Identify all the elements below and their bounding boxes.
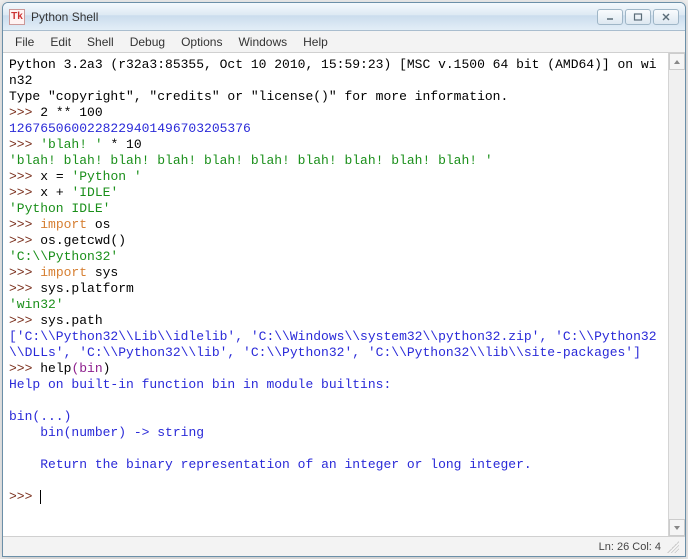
prompt: >>> (9, 137, 32, 152)
close-button[interactable] (653, 9, 679, 25)
prompt: >>> (9, 361, 32, 376)
cmd-6: os.getcwd() (40, 233, 126, 248)
cmd-10-bin: bin (79, 361, 102, 376)
prompt: >>> (9, 281, 32, 296)
prompt: >>> (9, 185, 32, 200)
output-4: 'Python IDLE' (9, 201, 110, 216)
cursor-position-label: Ln: 26 Col: 4 (599, 541, 661, 553)
window-controls (597, 9, 679, 25)
python-shell-window: Tk Python Shell File Edit Shell Debug Op… (2, 2, 686, 557)
resize-grip[interactable] (667, 541, 679, 553)
output-6: 'C:\\Python32' (9, 249, 118, 264)
cmd-7-mod: sys (87, 265, 118, 280)
banner-line-1: Python 3.2a3 (r32a3:85355, Oct 10 2010, … (9, 57, 657, 88)
cmd-3-assign: x = (40, 169, 71, 184)
output-1: 1267650600228229401496703205376 (9, 121, 251, 136)
output-2: 'blah! blah! blah! blah! blah! blah! bla… (9, 153, 493, 168)
prompt: >>> (9, 169, 32, 184)
cmd-2-op: * 10 (103, 137, 142, 152)
prompt: >>> (9, 265, 32, 280)
menu-shell[interactable]: Shell (79, 33, 122, 51)
prompt: >>> (9, 105, 32, 120)
cmd-7-kw: import (40, 265, 87, 280)
help-line-4: Return the binary representation of an i… (9, 457, 532, 472)
output-9: ['C:\\Python32\\Lib\\idlelib', 'C:\\Wind… (9, 329, 657, 360)
cmd-2-str: 'blah! ' (40, 137, 102, 152)
menu-file[interactable]: File (7, 33, 42, 51)
cmd-3-str: 'Python ' (71, 169, 141, 184)
cmd-1: 2 ** 100 (40, 105, 102, 120)
banner-line-2: Type "copyright", "credits" or "license(… (9, 89, 508, 104)
cmd-5-kw: import (40, 217, 87, 232)
scroll-up-button[interactable] (669, 53, 685, 70)
help-line-1: Help on built-in function bin in module … (9, 377, 391, 392)
prompt: >>> (9, 233, 32, 248)
statusbar: Ln: 26 Col: 4 (3, 536, 685, 556)
tk-icon: Tk (9, 9, 25, 25)
cmd-4-str: 'IDLE' (71, 185, 118, 200)
scrollbar-track[interactable] (669, 70, 685, 519)
menubar: File Edit Shell Debug Options Windows He… (3, 31, 685, 53)
cmd-5-mod: os (87, 217, 110, 232)
vertical-scrollbar[interactable] (668, 53, 685, 536)
minimize-button[interactable] (597, 9, 623, 25)
window-title: Python Shell (31, 10, 597, 24)
output-8: 'win32' (9, 297, 64, 312)
menu-debug[interactable]: Debug (122, 33, 173, 51)
help-line-2: bin(...) (9, 409, 71, 424)
cursor (40, 490, 41, 504)
shell-text-area[interactable]: Python 3.2a3 (r32a3:85355, Oct 10 2010, … (3, 53, 668, 536)
cmd-8: sys.platform (40, 281, 134, 296)
prompt: >>> (9, 313, 32, 328)
cmd-10-help: help (40, 361, 71, 376)
help-line-3: bin(number) -> string (9, 425, 204, 440)
scroll-down-button[interactable] (669, 519, 685, 536)
content-area: Python 3.2a3 (r32a3:85355, Oct 10 2010, … (3, 53, 685, 536)
maximize-button[interactable] (625, 9, 651, 25)
menu-options[interactable]: Options (173, 33, 230, 51)
cmd-9: sys.path (40, 313, 102, 328)
cmd-10-paren-close: ) (103, 361, 111, 376)
cmd-4-expr: x + (40, 185, 71, 200)
menu-windows[interactable]: Windows (230, 33, 295, 51)
prompt: >>> (9, 217, 32, 232)
titlebar[interactable]: Tk Python Shell (3, 3, 685, 31)
menu-help[interactable]: Help (295, 33, 336, 51)
prompt: >>> (9, 489, 32, 504)
menu-edit[interactable]: Edit (42, 33, 79, 51)
